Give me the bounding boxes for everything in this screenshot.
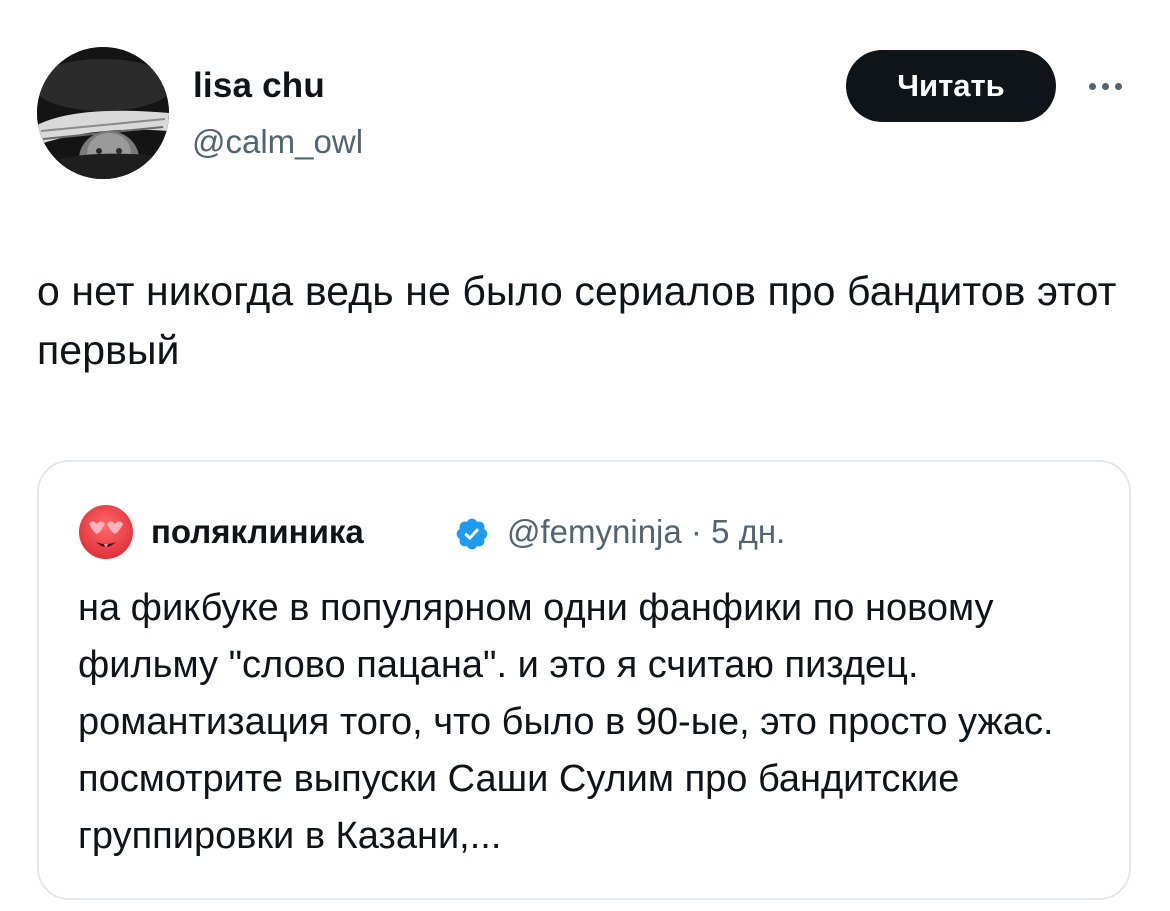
quote-handle[interactable]: @femyninja <box>507 513 682 550</box>
avatar-photo-icon <box>37 47 169 179</box>
quote-text: на фикбуке в популярном одни фанфики по … <box>78 587 1054 857</box>
quote-meta: @femyninja · 5 дн. <box>507 512 785 552</box>
tweet: lisa chu @calm_owl Читать о нет никогда … <box>0 0 1170 911</box>
author-handle[interactable]: @calm_owl <box>192 122 363 162</box>
quote-avatar[interactable] <box>78 504 134 560</box>
quote-time[interactable]: 5 дн. <box>711 513 785 550</box>
meta-separator: · <box>690 513 702 550</box>
verified-badge-icon <box>456 518 488 550</box>
verified-badge-icon <box>454 516 490 552</box>
hot-face-emoji-icon <box>79 505 133 559</box>
more-horizontal-icon <box>1088 82 1096 90</box>
tweet-text: о нет никогда ведь не было сериалов про … <box>37 268 1117 373</box>
more-horizontal-icon <box>1101 82 1109 90</box>
more-options-button[interactable] <box>1078 66 1132 106</box>
quote-display-name[interactable]: поляклиника <box>151 512 364 552</box>
quoted-tweet-card[interactable]: поляклиника @femyninja · 5 дн. на фикбук… <box>37 460 1131 900</box>
user-avatar[interactable] <box>37 47 169 179</box>
more-horizontal-icon <box>1114 82 1122 90</box>
author-display-name[interactable]: lisa chu <box>193 66 325 106</box>
follow-button[interactable]: Читать <box>846 50 1056 122</box>
